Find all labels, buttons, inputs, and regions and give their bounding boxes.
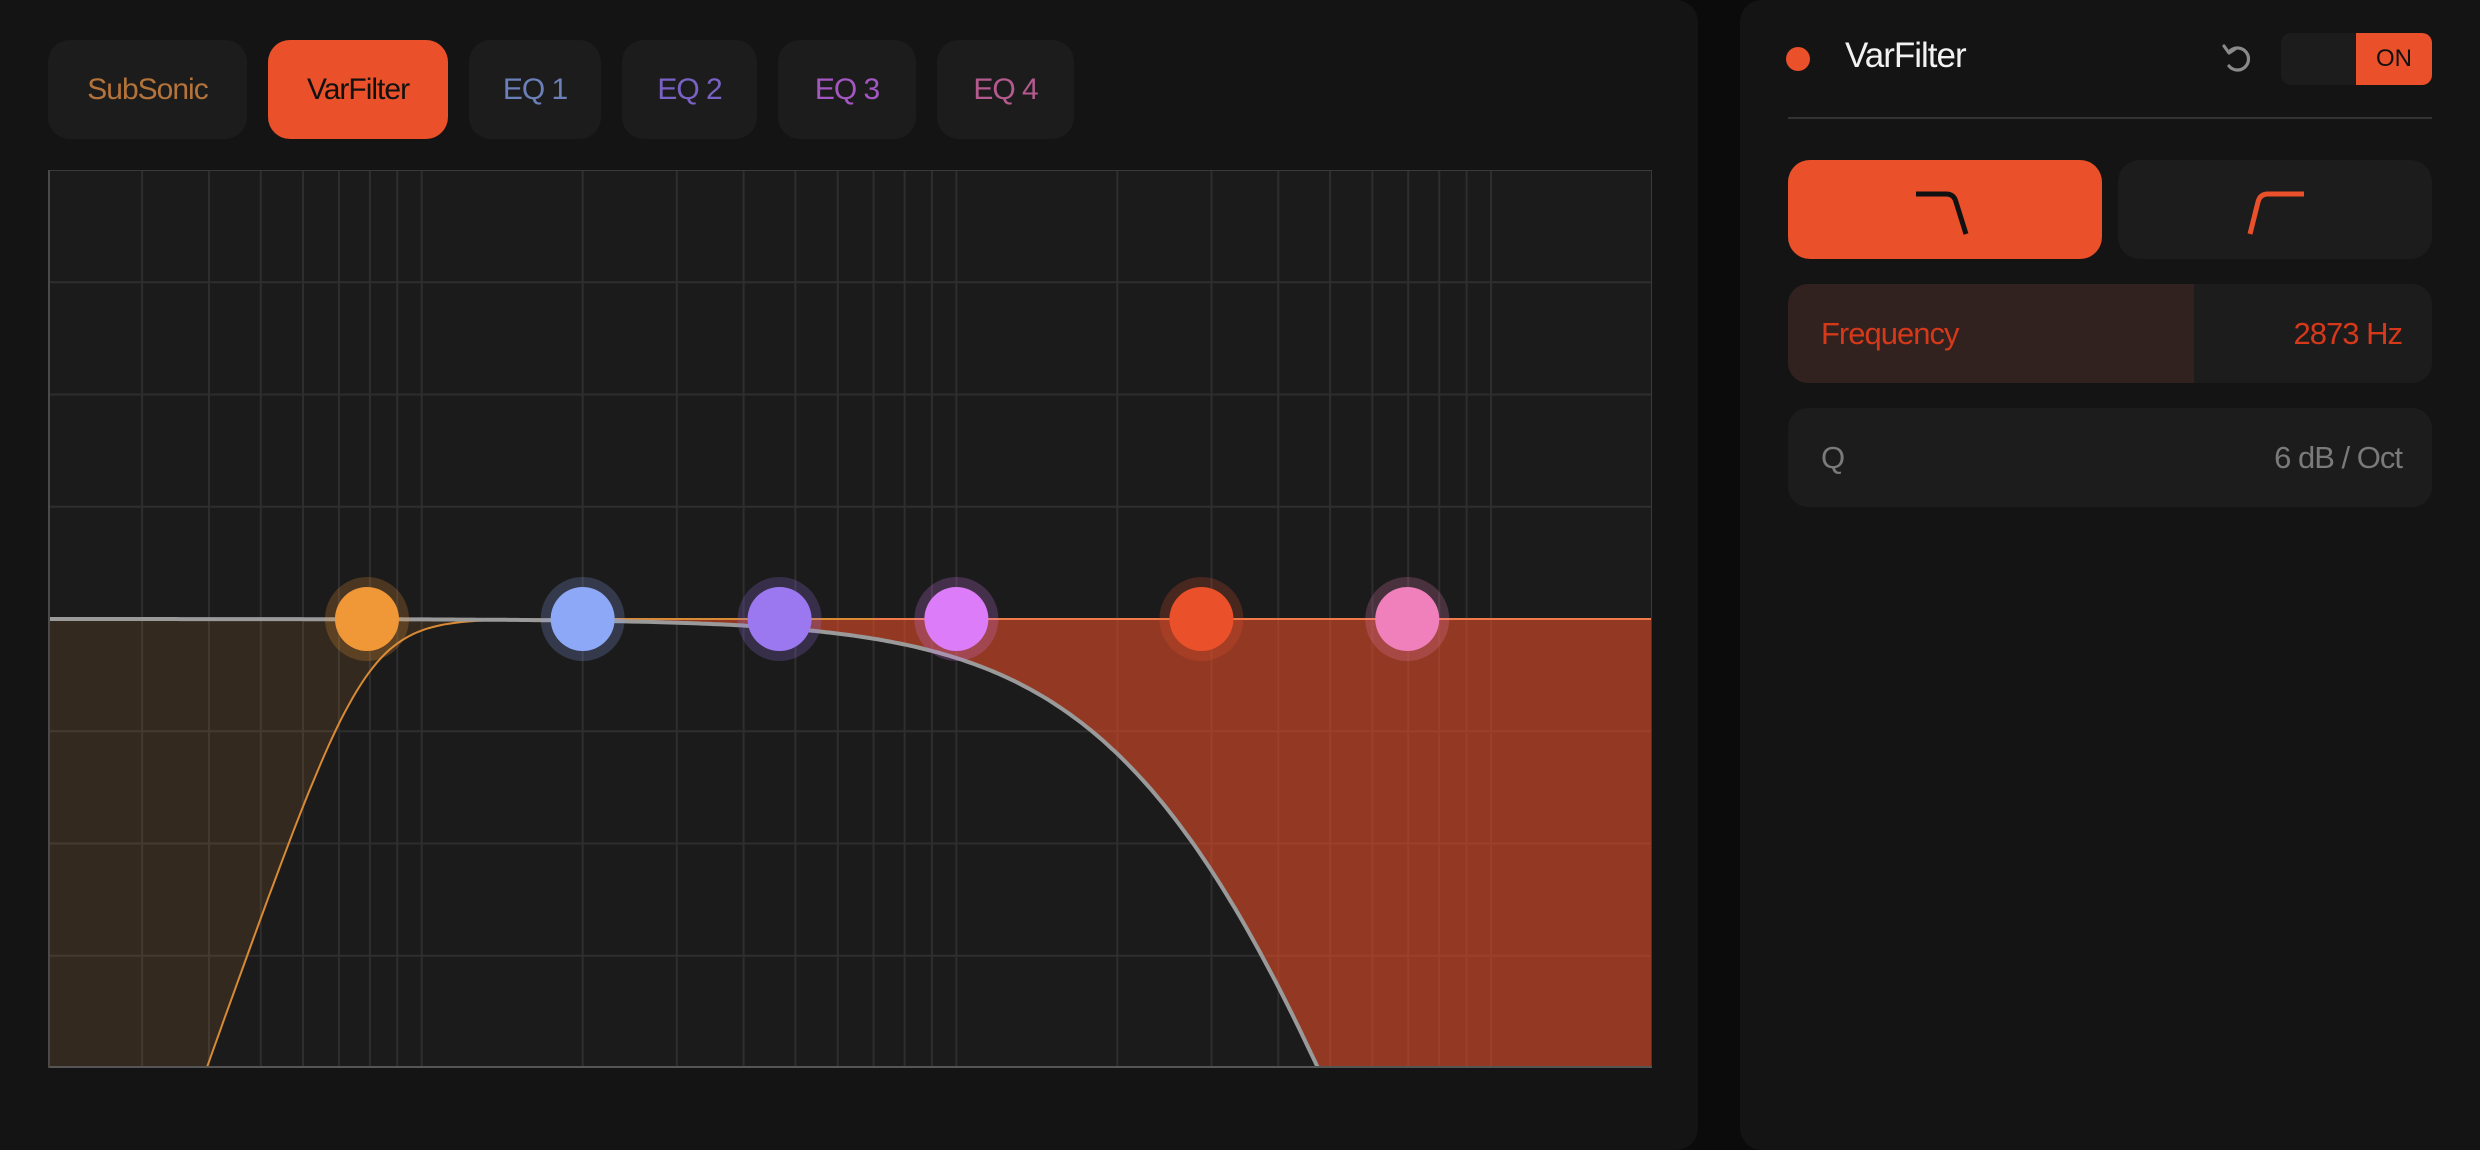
frequency-value: 2873 Hz [2293, 315, 2403, 351]
tab-label: EQ 3 [814, 72, 880, 106]
band-node-eq-4[interactable] [1365, 577, 1450, 661]
highpass-mode-button[interactable] [2118, 160, 2432, 259]
tab-eq1[interactable]: EQ 1 [469, 40, 601, 139]
tab-eq3[interactable]: EQ 3 [778, 40, 916, 139]
tab-label: EQ 4 [973, 72, 1038, 106]
node-handle[interactable] [924, 587, 989, 651]
node-handle[interactable] [747, 587, 812, 651]
band-node-varfilter[interactable] [1159, 577, 1244, 661]
node-handle[interactable] [334, 587, 399, 651]
band-node-eq-3[interactable] [914, 577, 999, 661]
reset-button[interactable] [2220, 38, 2256, 78]
node-handle[interactable] [550, 587, 615, 651]
frequency-response-graph[interactable] [48, 170, 1654, 1070]
tab-eq4[interactable]: EQ 4 [937, 40, 1074, 139]
toggle-on-label: ON [2356, 33, 2432, 85]
q-value: 6 dB / Oct [2274, 439, 2403, 475]
tab-varfilter[interactable]: VarFilter [268, 40, 448, 139]
tab-label: EQ 2 [657, 72, 722, 106]
tab-subsonic[interactable]: SubSonic [48, 40, 247, 139]
band-node-eq-2[interactable] [737, 577, 822, 661]
frequency-slider[interactable]: Frequency 2873 Hz [1788, 284, 2432, 383]
frequency-label: Frequency [1821, 315, 1959, 351]
lowpass-mode-button[interactable] [1788, 160, 2102, 259]
node-handle[interactable] [1169, 587, 1234, 651]
header-divider [1788, 117, 2432, 119]
q-label: Q [1821, 439, 1845, 475]
tab-eq2[interactable]: EQ 2 [622, 40, 757, 139]
band-status-dot [1786, 47, 1810, 71]
band-enable-toggle[interactable]: ON [2281, 33, 2432, 85]
tab-label: EQ 1 [502, 72, 568, 106]
band-node-subsonic[interactable] [324, 577, 409, 661]
q-slider[interactable]: Q 6 dB / Oct [1788, 408, 2432, 507]
node-handle[interactable] [1375, 587, 1440, 651]
tab-label: SubSonic [87, 72, 208, 106]
lowpass-curve-icon [1916, 191, 1969, 235]
band-node-eq-1[interactable] [540, 577, 625, 661]
band-title: VarFilter [1845, 36, 1967, 75]
undo-icon [2222, 44, 2251, 72]
highpass-curve-icon [2247, 191, 2304, 235]
tab-label: VarFilter [306, 72, 410, 106]
